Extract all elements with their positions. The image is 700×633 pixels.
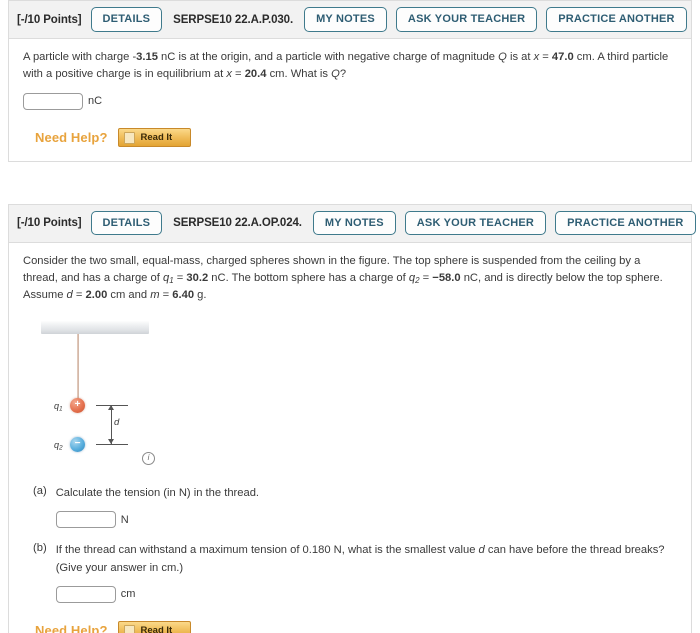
q1-figure-label: q1 <box>54 400 63 413</box>
practice-another-button[interactable]: PRACTICE ANOTHER <box>546 7 687 32</box>
problem-body-1: A particle with charge -3.15 nC is at th… <box>9 39 691 161</box>
qtext-eq: = <box>539 51 552 63</box>
part-a: (a) Calculate the tension (in N) in the … <box>23 484 677 529</box>
answer-unit: nC <box>88 95 103 108</box>
read-it-button[interactable]: Read It <box>117 127 192 147</box>
part-a-text: Calculate the tension (in N) in the thre… <box>55 486 260 499</box>
qtext-seg: nC is at the origin, and a particle with… <box>157 51 499 63</box>
charged-spheres-figure: q1 + q2 − d i <box>41 320 181 471</box>
qtext-eq: = <box>72 289 86 302</box>
part-b-unit: cm <box>120 588 136 601</box>
part-a-content: Calculate the tension (in N) in the thre… <box>55 485 677 529</box>
my-notes-button[interactable]: MY NOTES <box>312 211 396 236</box>
assignment-page: [-/10 Points] DETAILS SERPSE10 22.A.P.03… <box>0 0 700 633</box>
qtext-eq: = <box>159 289 173 302</box>
points-label: [-/10 Points] <box>17 13 82 26</box>
negative-sphere-icon: − <box>70 436 85 452</box>
question-text-1: A particle with charge -3.15 nC is at th… <box>23 49 677 84</box>
dimension-tick-bottom <box>96 443 128 445</box>
positive-sphere-icon: + <box>70 397 85 413</box>
qtext-seg: ? <box>339 68 347 81</box>
points-label: [-/10 Points] <box>17 217 82 230</box>
question-id: SERPSE10 22.A.OP.024. <box>173 217 302 230</box>
problem-body-2: Consider the two small, equal-mass, char… <box>9 243 691 633</box>
qtext-var-Q: Q <box>331 68 340 81</box>
part-a-answer-row: N <box>55 511 677 529</box>
ask-your-teacher-button[interactable]: ASK YOUR TEACHER <box>404 211 547 236</box>
qtext-eq: = <box>419 272 433 285</box>
practice-another-button[interactable]: PRACTICE ANOTHER <box>555 211 696 236</box>
qtext-seg: nC. The bottom sphere has a charge of <box>208 272 409 285</box>
qtext-var-m: m <box>150 289 160 302</box>
answer-row-1: nC <box>23 92 677 110</box>
qtext-seg: cm and <box>107 289 151 302</box>
dimension-arrow-up-icon <box>108 404 114 410</box>
qtext-var-Q: Q <box>498 51 507 63</box>
part-b: (b) If the thread can withstand a maximu… <box>23 542 677 603</box>
answer-input-charge[interactable] <box>23 92 83 110</box>
part-a-unit: N <box>120 513 129 526</box>
qtext-value: 47.0 <box>551 51 574 63</box>
part-a-label: (a) <box>33 484 47 497</box>
card-gap <box>0 162 700 204</box>
need-help-1: Need Help? Read It <box>23 127 677 147</box>
read-it-button[interactable]: Read It <box>117 620 192 633</box>
details-button[interactable]: DETAILS <box>90 211 163 236</box>
qtext-value: 6.40 <box>172 289 195 302</box>
qtext-seg: g. <box>194 289 207 302</box>
my-notes-button[interactable]: MY NOTES <box>304 7 387 32</box>
qtext-seg: is at <box>506 51 534 63</box>
answer-input-distance[interactable] <box>55 585 116 603</box>
need-help-label: Need Help? <box>35 622 108 633</box>
thread-line <box>77 333 79 399</box>
qtext-eq: = <box>173 272 187 285</box>
qtext-seg: cm. What is <box>266 68 332 81</box>
info-circle-icon[interactable]: i <box>142 451 155 465</box>
part-b-text-seg: If the thread can withstand a maximum te… <box>55 544 479 557</box>
need-help-2: Need Help? Read It <box>23 620 677 633</box>
qtext-value: 3.15 <box>136 51 158 63</box>
q2-figure-label: q2 <box>54 439 63 452</box>
part-b-text: If the thread can withstand a maximum te… <box>56 542 677 577</box>
distance-d-label: d <box>114 416 120 428</box>
problem-header-2: [-/10 Points] DETAILS SERPSE10 22.A.OP.0… <box>9 204 696 243</box>
answer-input-tension[interactable] <box>55 511 116 529</box>
qtext-eq: = <box>231 68 245 81</box>
problem-header-1: [-/10 Points] DETAILS SERPSE10 22.A.P.03… <box>9 1 691 39</box>
qtext-value: −58.0 <box>432 272 461 285</box>
question-text-2: Consider the two small, equal-mass, char… <box>23 253 677 305</box>
qtext-value: 20.4 <box>244 68 267 81</box>
qtext-value: 30.2 <box>186 272 209 285</box>
part-b-label: (b) <box>33 542 47 555</box>
ceiling-bar <box>41 320 149 334</box>
details-button[interactable]: DETAILS <box>90 7 163 32</box>
figure-wrap: q1 + q2 − d i <box>23 320 677 471</box>
problem-card-2: [-/10 Points] DETAILS SERPSE10 22.A.OP.0… <box>8 203 696 633</box>
need-help-label: Need Help? <box>35 129 108 145</box>
qtext-value: 2.00 <box>85 289 108 302</box>
part-b-content: If the thread can withstand a maximum te… <box>55 542 677 603</box>
part-b-answer-row: cm <box>55 585 677 603</box>
question-id: SERPSE10 22.A.P.030. <box>173 13 294 26</box>
qtext-seg: A particle with charge - <box>23 51 137 63</box>
ask-your-teacher-button[interactable]: ASK YOUR TEACHER <box>395 7 538 32</box>
dimension-arrow-down-icon <box>108 438 114 444</box>
problem-card-1: [-/10 Points] DETAILS SERPSE10 22.A.P.03… <box>8 0 692 162</box>
